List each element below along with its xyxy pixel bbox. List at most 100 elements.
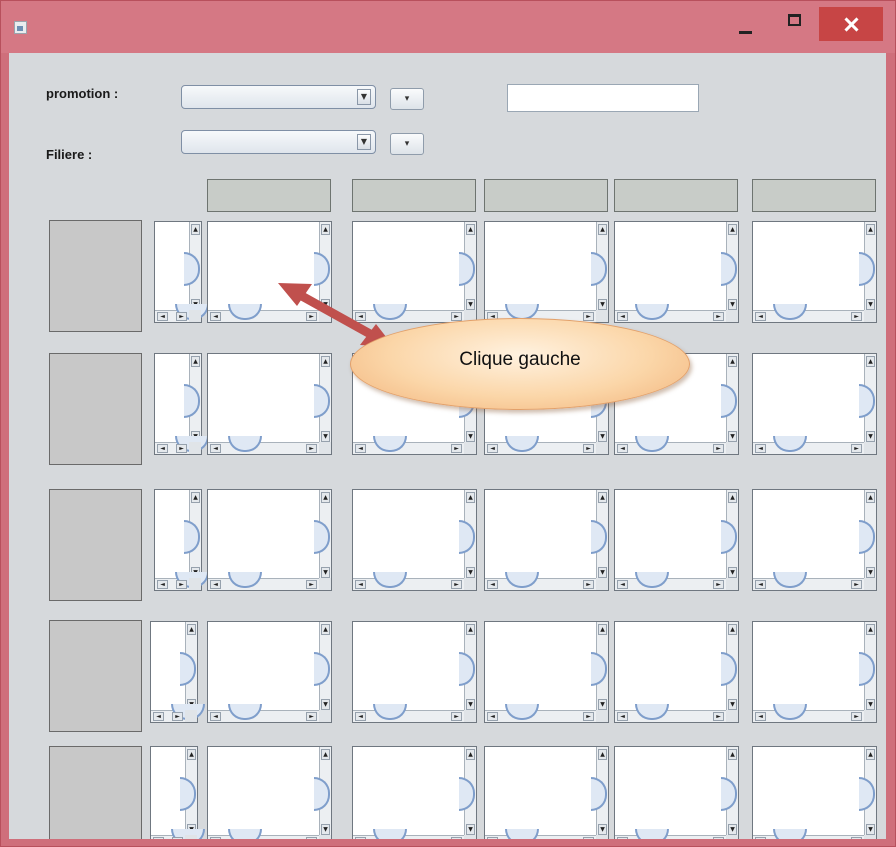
row-scroll-pane[interactable]: ▲▼ ◄ ► — [150, 746, 205, 839]
vertical-scrollbar[interactable]: ▲▼ — [591, 222, 608, 312]
scroll-right-icon[interactable]: ► — [306, 837, 317, 839]
scroll-up-icon[interactable]: ▲ — [866, 492, 875, 503]
minimize-button[interactable] — [723, 7, 769, 41]
vertical-scrollbar[interactable]: ▲▼ — [314, 747, 331, 837]
promotion-combo[interactable]: ▼ — [181, 85, 376, 109]
vertical-scrollbar[interactable]: ▲▼ — [591, 747, 608, 837]
horizontal-scrollbar[interactable]: ◄► — [208, 436, 331, 454]
scroll-left-icon[interactable]: ◄ — [157, 444, 168, 453]
scroll-thumb[interactable] — [228, 436, 262, 452]
row-header-1[interactable] — [49, 220, 142, 332]
scroll-up-icon[interactable]: ▲ — [191, 224, 200, 235]
scroll-thumb[interactable] — [591, 652, 607, 686]
scroll-left-icon[interactable]: ◄ — [157, 580, 168, 589]
scroll-thumb[interactable] — [859, 520, 875, 554]
scroll-left-icon[interactable]: ◄ — [210, 580, 221, 589]
scroll-left-icon[interactable]: ◄ — [210, 444, 221, 453]
scroll-thumb[interactable] — [773, 304, 807, 320]
scroll-up-icon[interactable]: ▲ — [598, 492, 607, 503]
scroll-thumb[interactable] — [773, 704, 807, 720]
maximize-button[interactable] — [773, 7, 817, 41]
scroll-thumb[interactable] — [635, 829, 669, 839]
scroll-left-icon[interactable]: ◄ — [617, 837, 628, 839]
scroll-down-icon[interactable]: ▼ — [866, 299, 875, 310]
scroll-thumb[interactable] — [459, 652, 475, 686]
vertical-scrollbar[interactable]: ▲▼ — [314, 222, 331, 312]
chevron-down-icon[interactable]: ▼ — [357, 134, 371, 150]
vertical-scrollbar[interactable]: ▲▼ — [459, 490, 476, 580]
scroll-left-icon[interactable]: ◄ — [755, 312, 766, 321]
grid-cell-r3-c4[interactable]: ▲ ▼ ◄ ► — [614, 489, 739, 591]
vertical-scrollbar[interactable]: ▲▼ — [721, 747, 738, 837]
row-scroll-pane[interactable]: ▲▼ ◄ ► — [154, 353, 209, 455]
grid-cell-r2-c1[interactable]: ▲ ▼ ◄ ► — [207, 353, 332, 455]
scroll-down-icon[interactable]: ▼ — [728, 431, 737, 442]
horizontal-scrollbar[interactable]: ◄► — [753, 304, 876, 322]
scroll-down-icon[interactable]: ▼ — [321, 699, 330, 710]
row-header-5[interactable] — [49, 746, 142, 839]
grid-cell-r1-c3[interactable]: ▲ ▼ ◄ ► — [484, 221, 609, 323]
scroll-thumb[interactable] — [773, 829, 807, 839]
horizontal-scrollbar[interactable]: ◄► — [615, 304, 738, 322]
vertical-scrollbar[interactable]: ▲▼ — [721, 222, 738, 312]
scroll-left-icon[interactable]: ◄ — [210, 312, 221, 321]
column-header-1[interactable] — [207, 179, 331, 212]
scroll-thumb[interactable] — [859, 652, 875, 686]
scroll-right-icon[interactable]: ► — [451, 312, 462, 321]
scroll-right-icon[interactable]: ► — [583, 312, 594, 321]
scroll-down-icon[interactable]: ▼ — [866, 824, 875, 835]
row-scroll-pane[interactable]: ▲▼ ◄ ► — [154, 221, 209, 323]
scroll-thumb[interactable] — [721, 652, 737, 686]
scroll-thumb[interactable] — [635, 704, 669, 720]
scroll-right-icon[interactable]: ► — [851, 712, 862, 721]
scroll-left-icon[interactable]: ◄ — [617, 444, 628, 453]
scroll-left-icon[interactable]: ◄ — [617, 580, 628, 589]
vertical-scrollbar[interactable]: ▲▼ — [314, 622, 331, 712]
scroll-right-icon[interactable]: ► — [172, 712, 183, 721]
grid-cell-r4-c4[interactable]: ▲ ▼ ◄ ► — [614, 621, 739, 723]
horizontal-scrollbar[interactable]: ◄► — [615, 572, 738, 590]
scroll-down-icon[interactable]: ▼ — [728, 699, 737, 710]
scroll-down-icon[interactable]: ▼ — [321, 567, 330, 578]
horizontal-scrollbar[interactable]: ◄► — [615, 436, 738, 454]
chevron-down-icon[interactable]: ▼ — [357, 89, 371, 105]
scroll-thumb[interactable] — [459, 777, 475, 811]
scroll-thumb[interactable] — [635, 304, 669, 320]
scroll-thumb[interactable] — [228, 304, 262, 320]
scroll-thumb[interactable] — [635, 572, 669, 588]
horizontal-scrollbar[interactable]: ◄► — [353, 436, 476, 454]
scroll-up-icon[interactable]: ▲ — [321, 356, 330, 367]
grid-cell-r4-c1[interactable]: ▲ ▼ ◄ ► — [207, 621, 332, 723]
scroll-thumb[interactable] — [228, 572, 262, 588]
scroll-thumb[interactable] — [505, 704, 539, 720]
horizontal-scrollbar[interactable]: ◄► — [208, 829, 331, 839]
scroll-thumb[interactable] — [184, 252, 200, 286]
scroll-thumb[interactable] — [773, 572, 807, 588]
scroll-down-icon[interactable]: ▼ — [728, 824, 737, 835]
column-header-3[interactable] — [484, 179, 608, 212]
grid-cell-r3-c1[interactable]: ▲ ▼ ◄ ► — [207, 489, 332, 591]
horizontal-scrollbar[interactable]: ◄► — [615, 704, 738, 722]
scroll-down-icon[interactable]: ▼ — [728, 567, 737, 578]
scroll-right-icon[interactable]: ► — [306, 712, 317, 721]
vertical-scrollbar[interactable]: ▲▼ — [459, 747, 476, 837]
grid-cell-r4-c2[interactable]: ▲ ▼ ◄ ► — [352, 621, 477, 723]
scroll-up-icon[interactable]: ▲ — [321, 492, 330, 503]
scroll-up-icon[interactable]: ▲ — [728, 624, 737, 635]
vertical-scrollbar[interactable]: ▲▼ — [721, 622, 738, 712]
horizontal-scrollbar[interactable]: ◄► — [615, 829, 738, 839]
filiere-action-button[interactable]: ▾ — [390, 133, 424, 155]
scroll-left-icon[interactable]: ◄ — [755, 712, 766, 721]
scroll-right-icon[interactable]: ► — [451, 444, 462, 453]
grid-cell-r1-c1[interactable]: ▲ ▼ ◄ ► — [207, 221, 332, 323]
close-button[interactable] — [819, 7, 883, 41]
grid-cell-r4-c5[interactable]: ▲ ▼ ◄ ► — [752, 621, 877, 723]
grid-cell-r3-c3[interactable]: ▲ ▼ ◄ ► — [484, 489, 609, 591]
scroll-up-icon[interactable]: ▲ — [728, 749, 737, 760]
scroll-right-icon[interactable]: ► — [306, 444, 317, 453]
horizontal-scrollbar[interactable]: ◄► — [753, 572, 876, 590]
scroll-right-icon[interactable]: ► — [583, 580, 594, 589]
vertical-scrollbar[interactable]: ▲▼ — [859, 747, 876, 837]
scroll-down-icon[interactable]: ▼ — [598, 431, 607, 442]
scroll-left-icon[interactable]: ◄ — [487, 837, 498, 839]
